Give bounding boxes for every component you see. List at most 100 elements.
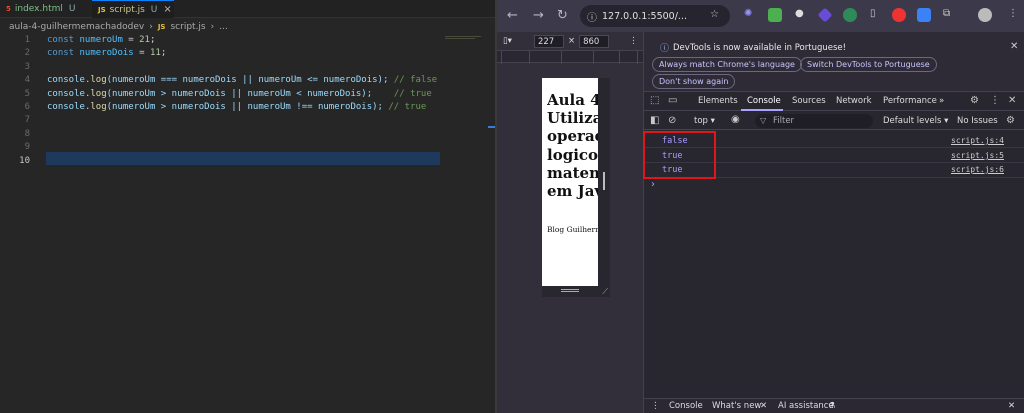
site-info-icon[interactable]: ⓘ <box>587 9 597 24</box>
puzzle-icon[interactable]: ⧉ <box>943 8 950 19</box>
menu-icon[interactable]: ⋮ <box>1008 8 1018 19</box>
drawer-menu-icon[interactable]: ⋮ <box>651 401 660 411</box>
tab-network[interactable]: Network <box>836 96 872 106</box>
js-file-icon: JS <box>157 23 166 31</box>
close-icon[interactable]: ✕ <box>760 401 767 411</box>
current-line-highlight <box>46 152 440 165</box>
info-icon: ⓘ <box>660 44 670 54</box>
code-line-5: console.log(numeroUm > numeroDois || num… <box>47 88 432 99</box>
tab-label: index.html <box>14 4 63 14</box>
tab-script-js[interactable]: JS script.js U × <box>92 0 174 18</box>
html-file-icon: 5 <box>6 5 11 13</box>
line-number: 6 <box>24 101 30 112</box>
infobar-text: DevTools is now available in Portuguese! <box>673 42 847 53</box>
scrollbar-marker <box>488 126 495 128</box>
editor-tab-bar: 5 index.html U JS script.js U × <box>0 0 495 18</box>
avatar[interactable] <box>978 8 992 22</box>
close-devtools-icon[interactable]: ✕ <box>1008 95 1016 106</box>
width-input[interactable]: 227 <box>533 34 564 48</box>
drawer-tab-ai-assistance[interactable]: AI assistance <box>778 401 834 411</box>
close-drawer-icon[interactable]: ✕ <box>1008 401 1015 411</box>
device-toolbar: ▯▾ 227 × 860 ⋮ <box>497 32 643 50</box>
log-source-link[interactable]: script.js:4 <box>951 136 1004 145</box>
reload-icon[interactable]: ↻ <box>557 8 568 23</box>
close-icon[interactable]: × <box>163 4 171 15</box>
breadcrumb-file[interactable]: script.js <box>170 22 205 32</box>
breadcrumb-folder[interactable]: aula-4-guilhermemachadodev <box>9 22 144 32</box>
height-input[interactable]: 860 <box>579 34 610 48</box>
console-prompt[interactable]: › <box>651 179 655 190</box>
breadcrumb-rest[interactable]: ... <box>219 22 228 32</box>
mobile-icon[interactable]: ▯ <box>870 8 876 19</box>
line-number: 1 <box>24 35 30 45</box>
line-number: 8 <box>24 128 30 139</box>
chevron-right-icon: › <box>210 22 215 32</box>
extension-dot-icon[interactable]: ● <box>795 8 804 19</box>
tab-elements[interactable]: Elements <box>698 96 738 106</box>
settings-icon[interactable]: ⚙ <box>970 95 979 106</box>
active-tab-indicator <box>741 109 783 111</box>
infobar-message: ⓘ DevTools is now available in Portugues… <box>660 41 847 55</box>
breadcrumb: aula-4-guilhermemachadodev › JS script.j… <box>9 22 228 32</box>
log-source-link[interactable]: script.js:6 <box>951 165 1004 174</box>
line-number-gutter: 1 2 3 4 5 6 7 8 9 10 <box>0 34 42 168</box>
extension-a-icon[interactable] <box>917 8 931 22</box>
line-number: 3 <box>24 61 30 72</box>
page-blog-name: Blog Guilherme <box>547 225 599 234</box>
flask-icon: ⚗ <box>828 401 836 411</box>
code-editor[interactable]: const numeroUm = 21; const numeroDois = … <box>47 34 437 114</box>
forward-icon[interactable]: → <box>533 8 544 23</box>
dont-show-again-button[interactable]: Don't show again <box>652 74 736 89</box>
code-line-6: console.log(numeroUm > numeroDois || num… <box>47 101 427 112</box>
device-type-icon[interactable]: ▯▾ <box>503 36 512 46</box>
more-tabs-icon[interactable]: » <box>939 96 944 106</box>
drawer-tab-whats-new[interactable]: What's new <box>712 401 761 411</box>
back-icon[interactable]: ← <box>507 8 518 23</box>
console-settings-icon[interactable]: ⚙ <box>1006 115 1015 126</box>
eye-icon[interactable]: ◉ <box>731 114 740 125</box>
js-file-icon: JS <box>98 5 106 14</box>
device-toggle-icon[interactable]: ▭ <box>668 95 677 106</box>
close-icon[interactable]: ✕ <box>1010 41 1018 52</box>
code-line-2: const numeroDois = 11; <box>47 48 167 59</box>
more-options-icon[interactable]: ⋮ <box>629 36 638 46</box>
line-number: 2 <box>24 48 30 59</box>
red-highlight-box <box>643 131 716 179</box>
tab-console[interactable]: Console <box>747 96 781 106</box>
line-number: 4 <box>24 75 30 86</box>
extension-gear-icon[interactable]: ✺ <box>744 8 752 19</box>
tab-label: script.js <box>109 4 145 15</box>
sidebar-toggle-icon[interactable]: ◧ <box>650 115 659 126</box>
log-source-link[interactable]: script.js:5 <box>951 151 1004 160</box>
extension-pokeball-icon[interactable] <box>892 8 906 22</box>
grip-icon <box>561 289 579 292</box>
line-number: 7 <box>24 115 30 126</box>
always-match-button[interactable]: Always match Chrome's language <box>652 57 802 72</box>
line-number: 9 <box>24 142 30 153</box>
code-line-1: const numeroUm = 21; <box>47 35 156 45</box>
context-select[interactable]: top ▾ <box>694 116 715 126</box>
minimap[interactable] <box>445 36 485 44</box>
star-icon[interactable]: ☆ <box>710 9 719 20</box>
inspect-icon[interactable]: ⬚ <box>650 95 659 106</box>
extension-green-icon[interactable] <box>843 8 857 22</box>
tab-sources[interactable]: Sources <box>792 96 826 106</box>
address-bar[interactable]: ⓘ 127.0.0.1:5500/... <box>580 5 730 27</box>
filter-placeholder: Filter <box>773 116 795 126</box>
filter-input[interactable]: ▽ Filter <box>755 114 873 128</box>
extension-colorful-icon[interactable] <box>768 8 782 22</box>
switch-language-button[interactable]: Switch DevTools to Portuguese <box>800 57 937 72</box>
tab-performance[interactable]: Performance <box>883 96 937 106</box>
resize-corner-icon[interactable]: ⟋ <box>602 287 608 297</box>
log-levels-select[interactable]: Default levels ▾ <box>883 116 948 126</box>
clear-console-icon[interactable]: ⊘ <box>668 115 676 126</box>
grip-icon[interactable] <box>603 172 605 190</box>
device-resize-handle-bottom[interactable]: ⟋ <box>542 286 610 297</box>
issues-count[interactable]: No Issues <box>957 116 998 126</box>
times-sign: × <box>567 36 576 46</box>
drawer-tab-console[interactable]: Console <box>669 401 703 411</box>
tab-index-html[interactable]: 5 index.html U <box>0 0 86 18</box>
untracked-badge: U <box>150 4 158 15</box>
more-options-icon[interactable]: ⋮ <box>990 95 1000 106</box>
